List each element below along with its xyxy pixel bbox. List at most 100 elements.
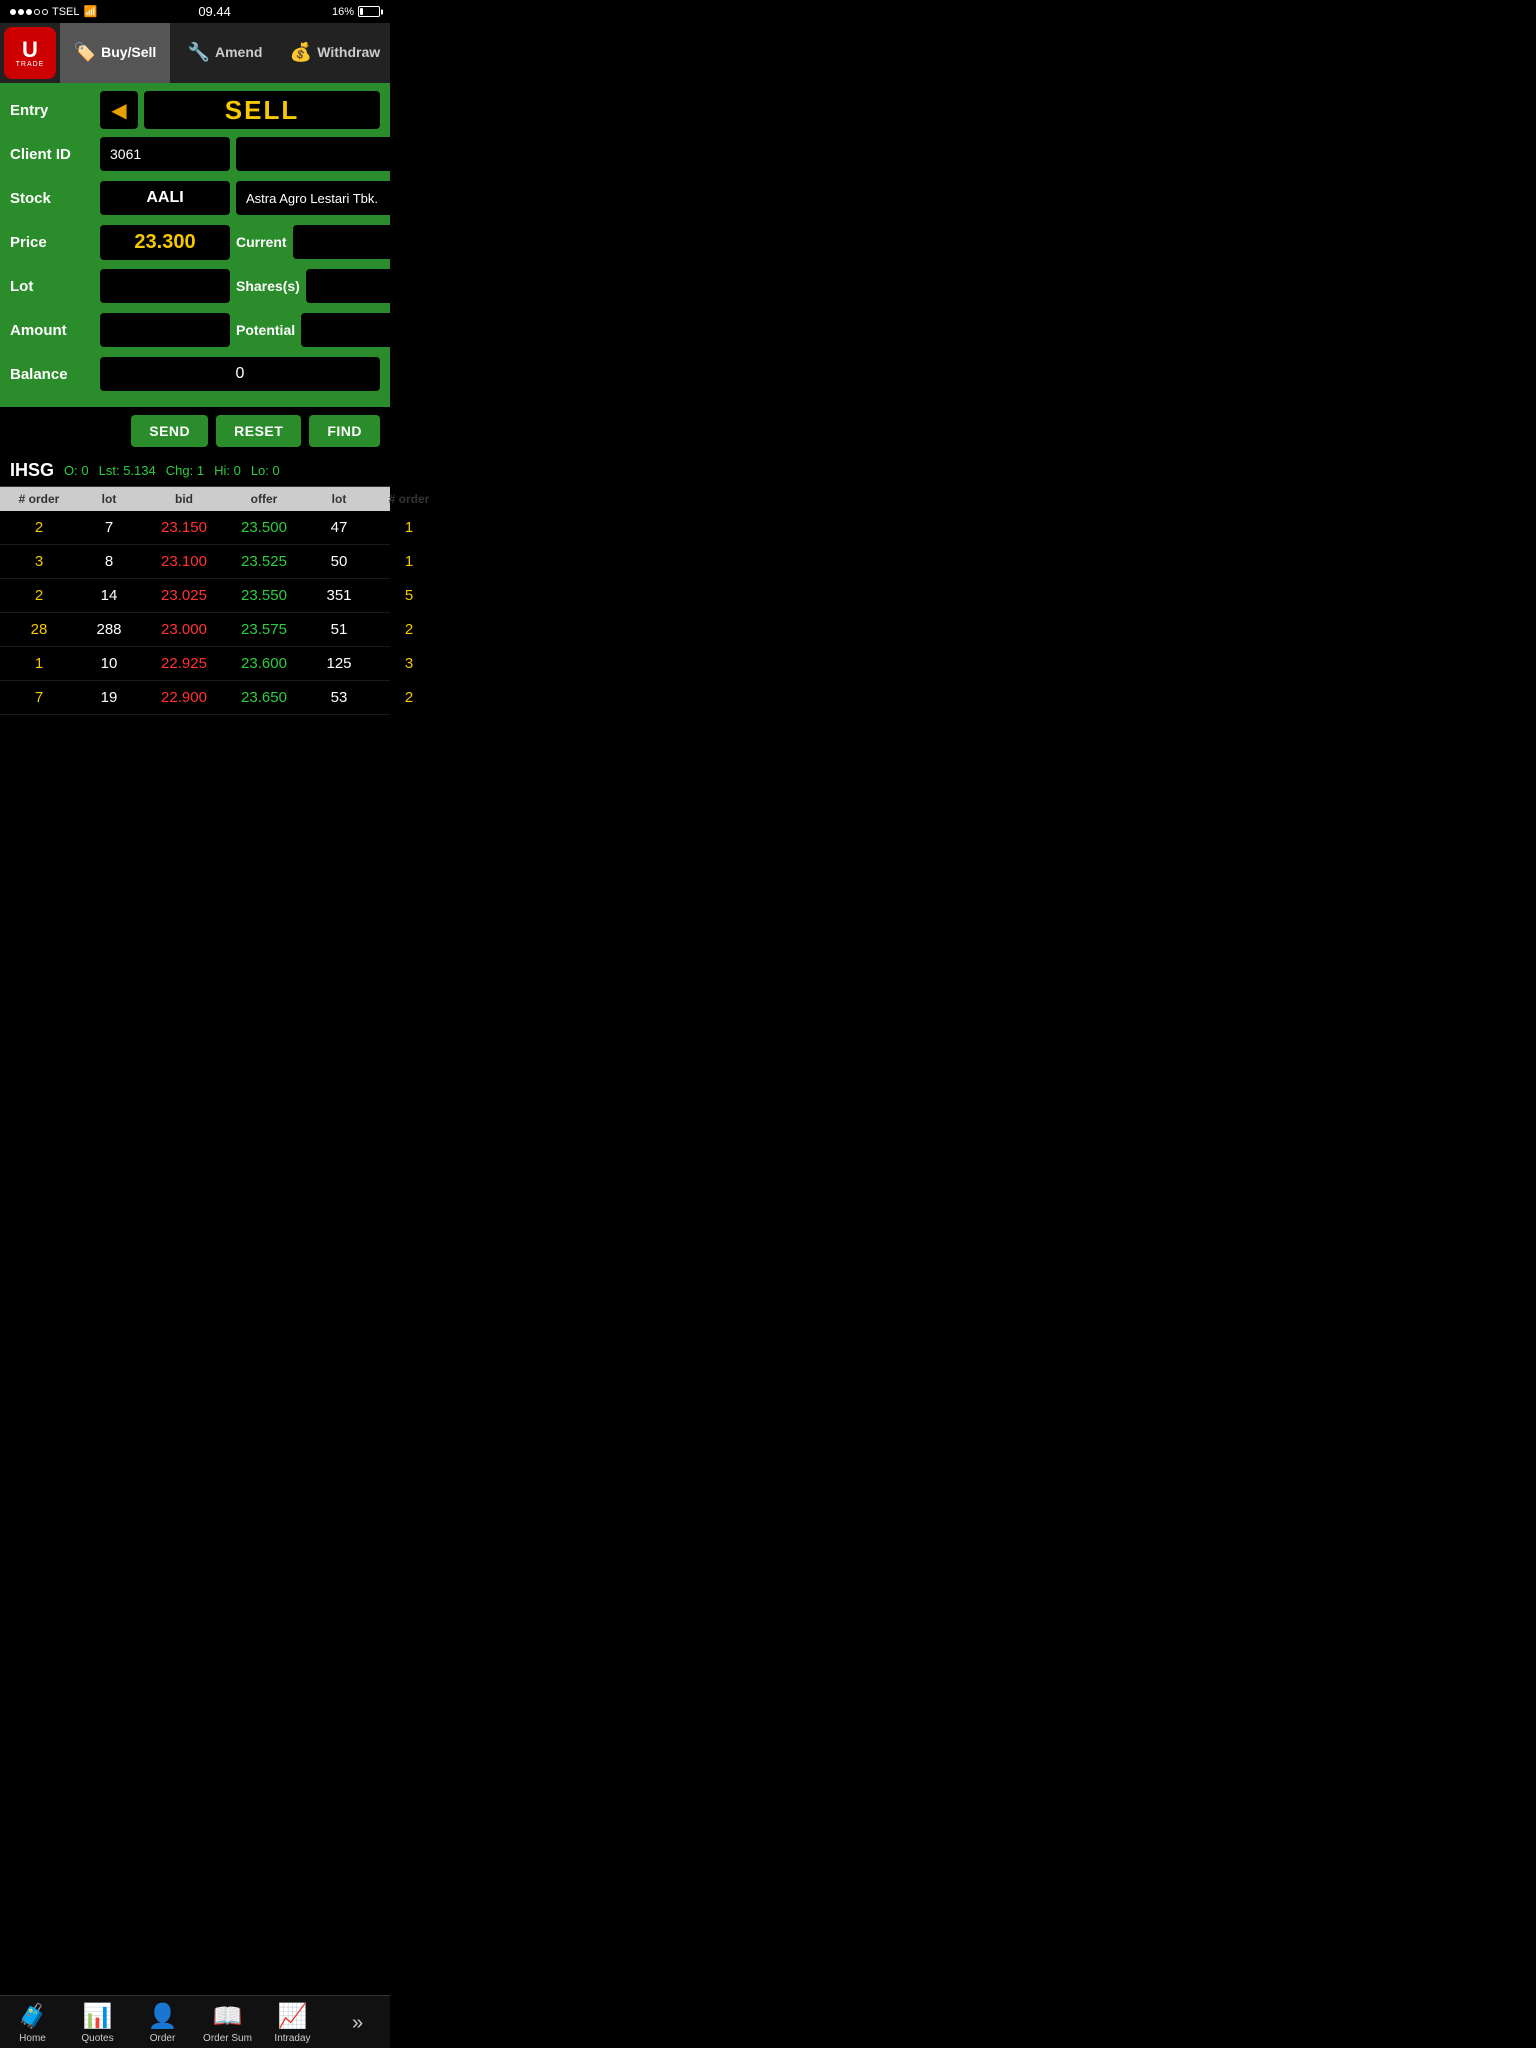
order-book-table: 2 7 23.150 23.500 47 1 3 8 23.100 23.525… [0,511,390,715]
lot-right-cell: 50 [304,553,374,570]
tab-withdraw-label: Withdraw [317,44,380,60]
client-id-label: Client ID [10,146,100,163]
battery-percent: 16% [332,6,354,18]
lot-input[interactable] [100,269,230,303]
ihsg-lst-value: 5.134 [123,463,156,478]
potential-input[interactable] [301,313,502,347]
table-row[interactable]: 2 14 23.025 23.550 351 5 [0,579,390,613]
nav-ordersum[interactable]: 📖 Order Sum [198,2002,258,2044]
nav-home[interactable]: 🧳 Home [3,2002,63,2044]
order-left-cell: 2 [4,587,74,604]
entry-label: Entry [10,102,100,119]
order-left-cell: 28 [4,621,74,638]
order-right-cell: 2 [374,689,444,706]
shares-section: Shares(s) [236,269,507,303]
ihsg-lo: Lo: 0 [251,463,280,478]
ihsg-chg: Chg: 1 [166,463,204,478]
ihsg-lst: Lst: 5.134 [99,463,156,478]
current-input[interactable] [293,225,494,259]
lot-right-cell: 53 [304,689,374,706]
offer-cell: 23.525 [224,553,304,570]
balance-input[interactable] [100,357,380,391]
lot-row: Lot Shares(s) [10,267,380,305]
lot-left-cell: 19 [74,689,144,706]
client-id-input[interactable] [100,137,230,171]
ihsg-lo-label: Lo: [251,463,269,478]
nav-intraday-label: Intraday [274,2033,310,2044]
potential-label: Potential [236,322,295,338]
bottom-spacer [0,715,390,780]
stock-row: Stock [10,179,380,217]
table-row[interactable]: 7 19 22.900 23.650 53 2 [0,681,390,715]
logo-sub: TRADE [16,61,45,68]
bid-cell: 22.900 [144,689,224,706]
find-button[interactable]: FIND [309,415,380,447]
dot5 [42,9,48,15]
status-bar: TSEL 📶 09.44 16% [0,0,390,23]
offer-cell: 23.500 [224,519,304,536]
stock-name-input[interactable] [236,181,432,215]
nav-more[interactable]: » [328,2012,388,2035]
nav-order[interactable]: 👤 Order [133,2002,193,2044]
offer-cell: 23.600 [224,655,304,672]
price-input[interactable] [100,225,230,260]
tab-amend-label: Amend [215,44,262,60]
form-area: Entry ◀ SELL Client ID Stock Price Curre… [0,83,390,407]
lot-left-cell: 7 [74,519,144,536]
time-display: 09.44 [198,4,231,19]
tab-withdraw[interactable]: 💰 Withdraw [280,23,390,83]
table-row[interactable]: 1 10 22.925 23.600 125 3 [0,647,390,681]
nav-intraday[interactable]: 📈 Intraday [263,2002,323,2044]
price-label: Price [10,234,100,251]
amount-input[interactable] [100,313,230,347]
nav-home-label: Home [19,2033,46,2044]
tab-buysell[interactable]: 🏷️ Buy/Sell [60,23,170,83]
offer-cell: 23.575 [224,621,304,638]
battery-icon [358,6,380,17]
ihsg-hi: Hi: 0 [214,463,241,478]
th-offer: offer [224,492,304,506]
ihsg-lo-value: 0 [273,463,280,478]
price-row: Price Current [10,223,380,261]
status-right: 16% [332,6,380,18]
th-lot-right: lot [304,492,374,506]
shares-input[interactable] [306,269,507,303]
table-row[interactable]: 2 7 23.150 23.500 47 1 [0,511,390,545]
table-row[interactable]: 3 8 23.100 23.525 50 1 [0,545,390,579]
carrier-label: TSEL [52,6,80,18]
table-row[interactable]: 28 288 23.000 23.575 51 2 [0,613,390,647]
table-header: # order lot bid offer lot # order [0,487,390,511]
lot-right-cell: 125 [304,655,374,672]
lot-label: Lot [10,278,100,295]
lot-right-cell: 351 [304,587,374,604]
ihsg-o-label: O: [64,463,78,478]
dot1 [10,9,16,15]
th-order-left: # order [4,492,74,506]
signal-icon: 📶 [84,5,98,18]
balance-row: Balance [10,355,380,393]
reset-button[interactable]: RESET [216,415,301,447]
lot-right-cell: 51 [304,621,374,638]
stock-inputs [100,181,432,215]
send-button[interactable]: SEND [131,415,208,447]
ihsg-chg-value: 1 [197,463,204,478]
intraday-icon: 📈 [278,2002,308,2031]
ihsg-hi-value: 0 [234,463,241,478]
header: U TRADE 🏷️ Buy/Sell 🔧 Amend 💰 Withdraw [0,23,390,83]
tab-amend[interactable]: 🔧 Amend [170,23,280,83]
current-section: Current [236,225,494,259]
stock-code-input[interactable] [100,181,230,215]
order-right-cell: 1 [374,519,444,536]
order-left-cell: 2 [4,519,74,536]
client-id-extra-input[interactable] [236,137,437,171]
lot-left-cell: 10 [74,655,144,672]
bid-cell: 23.000 [144,621,224,638]
nav-quotes[interactable]: 📊 Quotes [68,2002,128,2044]
sell-text: SELL [225,95,299,126]
offer-cell: 23.550 [224,587,304,604]
signal-dots [10,9,48,15]
sell-arrow-button[interactable]: ◀ [100,91,138,129]
order-left-cell: 1 [4,655,74,672]
quotes-icon: 📊 [83,2002,113,2031]
ihsg-title: IHSG [10,460,54,481]
